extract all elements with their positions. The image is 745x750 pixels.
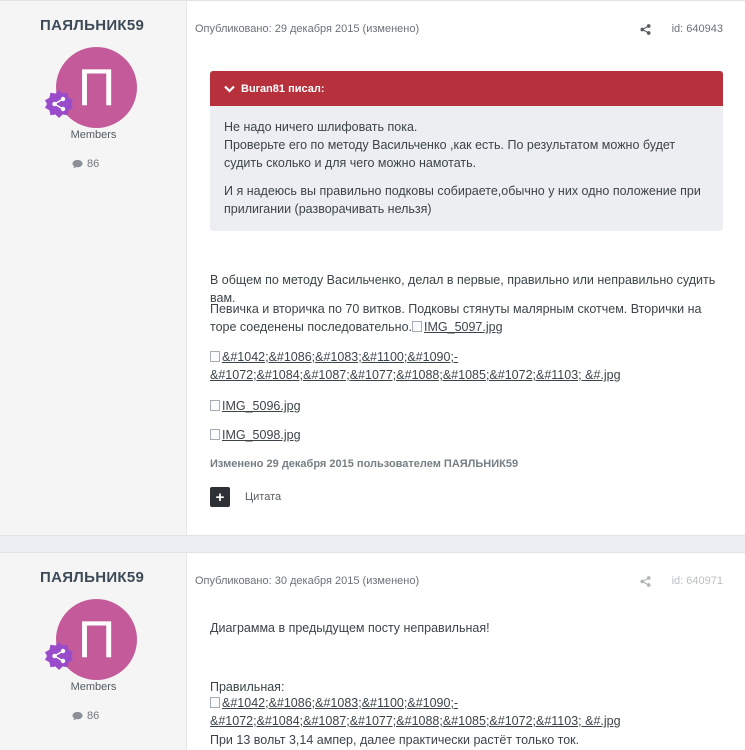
broken-image-icon [210, 351, 220, 362]
rank-badge-icon [45, 90, 73, 118]
broken-image-icon [210, 697, 220, 708]
quote-paragraph: Не надо ничего шлифовать пока. Проверьте… [224, 118, 709, 172]
quote-block: Buran81 писал: Не надо ничего шлифовать … [210, 71, 723, 231]
quote-line: Не надо ничего шлифовать пока. [224, 120, 418, 134]
author-name[interactable]: ПАЯЛЬНИК59 [40, 569, 144, 586]
author-name[interactable]: ПАЯЛЬНИК59 [40, 17, 144, 34]
post-content: Опубликовано: 29 декабря 2015 (изменено)… [195, 1, 745, 535]
image-link[interactable]: &#1042;&#1086;&#1083;&#1100;&#1090;- &#10… [210, 350, 621, 382]
quote-line: Проверьте его по методу Васильченко ,как… [224, 138, 676, 170]
comment-icon [72, 711, 83, 721]
reputation-count: 86 [87, 158, 100, 170]
image-block: IMG_5098.jpg [210, 426, 301, 444]
image-link[interactable]: IMG_5097.jpg [412, 320, 503, 334]
image-block: &#1042;&#1086;&#1083;&#1100;&#1090;- &#10… [210, 348, 730, 384]
quote-button-label[interactable]: Цитата [245, 491, 281, 503]
image-block: IMG_5096.jpg [210, 397, 301, 415]
image-filename: IMG_5096.jpg [222, 399, 301, 413]
share-icon[interactable] [640, 576, 651, 587]
quote-header[interactable]: Buran81 писал: [210, 71, 723, 106]
broken-image-icon [210, 400, 220, 411]
image-filename: IMG_5097.jpg [424, 320, 503, 334]
post-date[interactable]: Опубликовано: 30 декабря 2015 (изменено) [195, 575, 419, 587]
image-filename: &#1042;&#1086;&#1083;&#1100;&#1090;- [222, 696, 459, 710]
post-paragraph: При 13 вольт 3,14 ампер, далее практичес… [210, 733, 580, 747]
post: ПАЯЛЬНИК59 П Members 86 Опубликовано: 29… [0, 0, 745, 536]
quote-body: Не надо ничего шлифовать пока. Проверьте… [210, 106, 723, 218]
image-filename: IMG_5098.jpg [222, 428, 301, 442]
member-group: Members [70, 129, 117, 141]
post-date[interactable]: Опубликовано: 29 декабря 2015 (изменено) [195, 23, 419, 35]
quote-author: Buran81 писал: [241, 82, 325, 95]
author-panel: ПАЯЛЬНИК59 П Members 86 [0, 1, 187, 535]
post-id: id: 640943 [671, 23, 723, 35]
image-link[interactable]: IMG_5096.jpg [210, 399, 301, 413]
post-paragraph: Певичка и вторичка по 70 витков. Подковы… [210, 300, 730, 336]
rank-badge-icon [45, 642, 73, 670]
image-filename: &#1072;&#1084;&#1087;&#1077;&#1088;&#108… [210, 368, 621, 382]
reputation: 86 [72, 158, 99, 170]
image-link[interactable]: &#1042;&#1086;&#1083;&#1100;&#1090;- &#10… [210, 696, 621, 728]
member-group: Members [70, 681, 117, 693]
edit-note: Изменено 29 декабря 2015 пользователем П… [210, 458, 519, 470]
post-content: Опубликовано: 30 декабря 2015 (изменено)… [195, 553, 745, 750]
reputation-count: 86 [87, 710, 100, 722]
post: ПАЯЛЬНИК59 П Members 86 Опубликовано: 30… [0, 552, 745, 750]
broken-image-icon [210, 429, 220, 440]
chevron-down-icon [224, 85, 235, 93]
add-quote-button[interactable]: + [210, 487, 230, 507]
broken-image-icon [412, 321, 423, 332]
reputation: 86 [72, 710, 99, 722]
author-panel: ПАЯЛЬНИК59 П Members 86 [0, 553, 187, 750]
image-link[interactable]: IMG_5098.jpg [210, 428, 301, 442]
share-icon[interactable] [640, 24, 651, 35]
image-filename: &#1072;&#1084;&#1087;&#1077;&#1088;&#108… [210, 714, 621, 728]
image-filename: &#1042;&#1086;&#1083;&#1100;&#1090;- [222, 350, 459, 364]
quote-paragraph: И я надеюсь вы правильно подковы собирае… [224, 184, 701, 216]
image-block: &#1042;&#1086;&#1083;&#1100;&#1090;- &#10… [210, 694, 730, 730]
post-paragraph: Диаграмма в предыдущем посту неправильна… [210, 621, 490, 635]
post-id: id: 640971 [671, 575, 723, 587]
comment-icon [72, 159, 83, 169]
